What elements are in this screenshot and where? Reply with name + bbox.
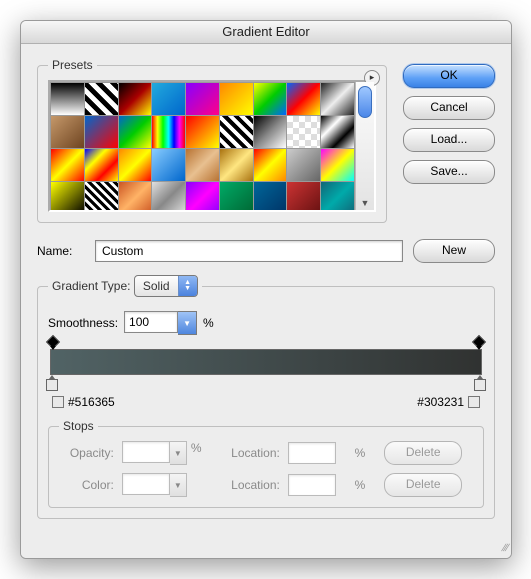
preset-swatch[interactable] xyxy=(321,149,354,181)
gradient-preview[interactable] xyxy=(50,349,482,375)
opacity-label: Opacity: xyxy=(59,446,114,460)
color-location-input[interactable] xyxy=(288,474,336,496)
gradient-type-select[interactable]: Solid ▲▼ xyxy=(134,275,198,297)
preset-swatch[interactable] xyxy=(119,83,152,115)
preset-swatch[interactable] xyxy=(254,83,287,115)
preset-swatch[interactable] xyxy=(220,149,253,181)
chevron-down-icon[interactable]: ▼ xyxy=(356,198,374,208)
new-button[interactable]: New xyxy=(413,239,495,263)
preset-swatch[interactable] xyxy=(287,83,320,115)
smoothness-dropdown-icon[interactable]: ▼ xyxy=(178,311,197,335)
preset-swatch[interactable] xyxy=(287,182,320,210)
opacity-location-input[interactable] xyxy=(288,442,336,464)
preset-swatch[interactable] xyxy=(287,149,320,181)
smoothness-label: Smoothness: xyxy=(48,316,118,330)
dialog-buttons: OK Cancel Load... Save... xyxy=(403,58,495,184)
opacity-dropdown-icon[interactable]: ▼ xyxy=(170,441,187,465)
preset-grid[interactable] xyxy=(50,82,355,210)
preset-swatch[interactable] xyxy=(152,116,185,148)
end-hex: #303231 xyxy=(417,395,464,409)
preset-swatch[interactable] xyxy=(119,182,152,210)
preset-swatch[interactable] xyxy=(321,116,354,148)
cancel-button[interactable]: Cancel xyxy=(403,96,495,120)
delete-color-stop-button[interactable]: Delete xyxy=(384,473,462,497)
smoothness-unit: % xyxy=(203,316,214,330)
opacity-location-label: Location: xyxy=(220,446,280,460)
gradient-type-legend: Gradient Type: Solid ▲▼ xyxy=(48,275,202,297)
opacity-stop-left[interactable] xyxy=(48,337,58,347)
preset-swatch[interactable] xyxy=(254,116,287,148)
preset-swatch[interactable] xyxy=(85,116,118,148)
preset-swatch[interactable] xyxy=(152,83,185,115)
window-title: Gradient Editor xyxy=(21,21,511,44)
stops-fieldset: Stops Opacity: ▼ % Location: % Delete Co… xyxy=(48,419,484,508)
load-button[interactable]: Load... xyxy=(403,128,495,152)
preset-swatch[interactable] xyxy=(186,116,219,148)
color-input[interactable] xyxy=(122,473,170,495)
presets-fieldset: Presets ▸ ▼ xyxy=(37,58,387,223)
preset-swatch[interactable] xyxy=(321,83,354,115)
scrollbar-thumb[interactable] xyxy=(358,86,372,118)
name-input[interactable] xyxy=(95,240,403,262)
preset-swatch[interactable] xyxy=(287,116,320,148)
house-icon xyxy=(468,396,480,408)
ok-button[interactable]: OK xyxy=(403,64,495,88)
gradient-editor-window: Gradient Editor Presets ▸ ▼ OK Cancel Lo… xyxy=(20,20,512,559)
color-location-label: Location: xyxy=(220,478,280,492)
opacity-input[interactable] xyxy=(122,441,170,463)
preset-swatch[interactable] xyxy=(152,149,185,181)
preset-swatch[interactable] xyxy=(51,116,84,148)
color-stop-left[interactable] xyxy=(46,375,58,391)
delete-opacity-stop-button[interactable]: Delete xyxy=(384,441,462,465)
stops-legend: Stops xyxy=(59,419,98,433)
preset-swatch[interactable] xyxy=(186,149,219,181)
preset-swatch[interactable] xyxy=(186,182,219,210)
preset-swatch[interactable] xyxy=(51,83,84,115)
preset-swatch[interactable] xyxy=(85,182,118,210)
color-label: Color: xyxy=(59,478,114,492)
preset-swatch[interactable] xyxy=(51,149,84,181)
presets-scrollbar[interactable]: ▼ xyxy=(355,82,374,210)
preset-swatch[interactable] xyxy=(119,116,152,148)
preset-swatch[interactable] xyxy=(85,149,118,181)
preset-swatch[interactable] xyxy=(254,149,287,181)
preset-swatch[interactable] xyxy=(254,182,287,210)
preset-swatch[interactable] xyxy=(220,182,253,210)
opacity-stop-right[interactable] xyxy=(474,337,484,347)
color-stop-right[interactable] xyxy=(474,375,486,391)
save-button[interactable]: Save... xyxy=(403,160,495,184)
preset-swatch[interactable] xyxy=(51,182,84,210)
name-label: Name: xyxy=(37,244,85,258)
smoothness-input[interactable]: 100 xyxy=(124,311,178,333)
gradient-bar[interactable] xyxy=(50,349,482,375)
house-icon xyxy=(52,396,64,408)
preset-swatch[interactable] xyxy=(85,83,118,115)
resize-grip-icon[interactable]: /// xyxy=(21,541,511,558)
select-arrows-icon: ▲▼ xyxy=(178,276,197,296)
preset-swatch[interactable] xyxy=(220,83,253,115)
preset-swatch[interactable] xyxy=(152,182,185,210)
start-hex: #516365 xyxy=(68,395,115,409)
presets-legend: Presets xyxy=(48,58,97,72)
preset-swatch[interactable] xyxy=(186,83,219,115)
preset-swatch[interactable] xyxy=(220,116,253,148)
color-dropdown-icon[interactable]: ▼ xyxy=(170,473,187,497)
preset-swatch[interactable] xyxy=(119,149,152,181)
preset-swatch[interactable] xyxy=(321,182,354,210)
gradient-type-fieldset: Gradient Type: Solid ▲▼ Smoothness: 100 … xyxy=(37,275,495,519)
